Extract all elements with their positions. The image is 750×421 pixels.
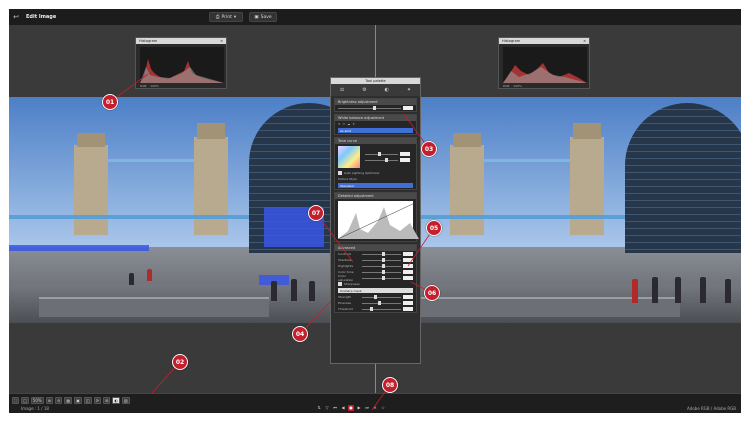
callout-06: 06 bbox=[424, 285, 440, 301]
callout-01: 01 bbox=[102, 94, 118, 110]
callout-lines bbox=[109, 73, 435, 411]
callout-08: 08 bbox=[382, 377, 398, 393]
callout-02: 02 bbox=[172, 354, 188, 370]
callout-04: 04 bbox=[292, 326, 308, 342]
callout-03: 03 bbox=[421, 141, 437, 157]
callout-07: 07 bbox=[308, 205, 324, 221]
callout-05: 05 bbox=[426, 220, 442, 236]
